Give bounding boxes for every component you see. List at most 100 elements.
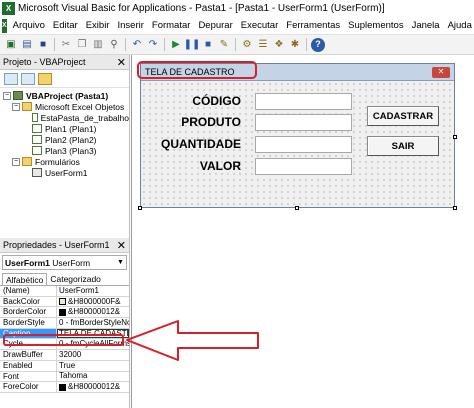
tree-item-plan1[interactable]: Plan1 (Plan1) (3, 123, 129, 134)
tree-item-label: Plan2 (Plan2) (45, 134, 97, 145)
property-name: Enabled (0, 360, 57, 371)
property-value[interactable]: &H8000000F& (68, 297, 120, 307)
resize-handle[interactable] (453, 206, 457, 210)
tab-categorizado[interactable]: Categorizado (47, 273, 104, 285)
workbook-icon (32, 113, 38, 122)
menu-inserir[interactable]: Inserir (113, 20, 147, 31)
property-row[interactable]: BorderStyle 0 - fmBorderStyleNone (0, 318, 129, 329)
toolbar-separator (164, 38, 165, 51)
property-name: BorderStyle (0, 318, 57, 328)
toggle-folders-icon[interactable] (38, 72, 52, 85)
tree-item-plan3[interactable]: Plan3 (Plan3) (3, 145, 129, 156)
save-icon[interactable]: ■ (36, 38, 50, 52)
label-valor[interactable]: VALOR (151, 159, 241, 173)
textbox-produto[interactable] (255, 114, 352, 131)
project-explorer-icon[interactable]: ⚙ (240, 38, 254, 52)
tree-item-plan2[interactable]: Plan2 (Plan2) (3, 134, 129, 145)
form-designer: TELA DE CADASTRO ✕ CÓDIGO PRODUTO QUANTI… (131, 55, 474, 408)
sair-button[interactable]: SAIR (367, 136, 439, 156)
view-object-icon[interactable] (21, 72, 35, 85)
label-quantidade[interactable]: QUANTIDADE (151, 137, 241, 151)
excel-icon[interactable]: X (2, 18, 7, 33)
property-row[interactable]: Enabled True (0, 360, 129, 372)
property-name: (Name) (0, 286, 57, 296)
property-name: BorderColor (0, 307, 57, 318)
properties-window-icon[interactable]: ☰ (256, 38, 270, 52)
property-value[interactable]: UserForm1 (57, 286, 129, 296)
menu-formatar[interactable]: Formatar (148, 20, 195, 31)
close-icon[interactable]: ✕ (117, 239, 126, 252)
collapse-icon[interactable]: − (12, 157, 20, 166)
menu-suplementos[interactable]: Suplementos (344, 20, 407, 31)
view-excel-icon[interactable]: ▣ (4, 38, 18, 52)
object-browser-icon[interactable]: ❖ (272, 38, 286, 52)
chevron-down-icon[interactable]: ▼ (115, 259, 126, 266)
property-value[interactable]: &H80000012& (68, 382, 120, 392)
menu-ajuda[interactable]: Ajuda (444, 20, 474, 31)
collapse-icon[interactable]: − (12, 102, 20, 111)
pause-icon[interactable]: ❚❚ (184, 38, 201, 52)
property-value[interactable]: 32000 (57, 350, 129, 360)
tree-item-label: Plan1 (Plan1) (45, 123, 97, 134)
property-row[interactable]: ForeColor &H80000012& (0, 382, 129, 393)
help-icon[interactable]: ? (311, 37, 325, 52)
tree-item-userform1[interactable]: UserForm1 (3, 167, 129, 178)
toolbox-icon[interactable]: ✱ (288, 38, 302, 52)
tree-item-forms[interactable]: − Formulários (3, 156, 129, 167)
property-row[interactable]: (Name) UserForm1 (0, 286, 129, 297)
property-value[interactable]: Tahoma (57, 372, 129, 382)
reset-icon[interactable]: ■ (201, 38, 215, 52)
cut-icon[interactable]: ✂ (59, 38, 73, 52)
collapse-icon[interactable]: − (3, 91, 11, 100)
label-produto[interactable]: PRODUTO (151, 115, 241, 129)
userform-design[interactable]: TELA DE CADASTRO ✕ CÓDIGO PRODUTO QUANTI… (140, 63, 455, 208)
menu-executar[interactable]: Executar (237, 20, 283, 31)
textbox-codigo[interactable] (255, 93, 352, 110)
label-codigo[interactable]: CÓDIGO (151, 94, 241, 108)
resize-handle[interactable] (295, 206, 299, 210)
property-row[interactable]: Font Tahoma (0, 371, 129, 383)
resize-handle[interactable] (138, 206, 142, 210)
tree-item-workbook[interactable]: EstaPasta_de_trabalho (3, 112, 129, 123)
property-row[interactable]: BorderColor &H80000012& (0, 307, 129, 319)
tree-item-excel-objects[interactable]: − Microsoft Excel Objetos (3, 101, 129, 112)
tab-alfabetico[interactable]: Alfabético (2, 273, 48, 285)
copy-icon[interactable]: ❐ (75, 38, 89, 52)
properties-panel: Propriedades - UserForm1 ✕ UserForm1 Use… (0, 238, 130, 408)
userform-body[interactable]: CÓDIGO PRODUTO QUANTIDADE VALOR CADASTRA… (141, 81, 454, 207)
property-value[interactable]: True (57, 361, 129, 371)
textbox-quantidade[interactable] (255, 136, 352, 153)
folder-icon (22, 102, 32, 111)
insert-userform-icon[interactable]: ▤ (20, 38, 34, 52)
sheet-icon (32, 135, 42, 144)
project-explorer-toolbar (0, 70, 129, 88)
menu-ferramentas[interactable]: Ferramentas (282, 20, 344, 31)
property-value[interactable]: 0 - fmBorderStyleNone (57, 318, 129, 328)
paste-icon[interactable]: ▥ (91, 38, 105, 52)
design-mode-icon[interactable]: ✎ (217, 38, 231, 52)
resize-handle[interactable] (453, 135, 457, 139)
window-title: Microsoft Visual Basic for Applications … (18, 3, 385, 14)
run-icon[interactable]: ▶ (169, 38, 183, 52)
menu-arquivo[interactable]: Arquivo (9, 20, 49, 31)
toolbar-separator (54, 38, 55, 51)
property-name: ForeColor (0, 382, 57, 392)
property-row[interactable]: BackColor &H8000000F& (0, 296, 129, 308)
cadastrar-button[interactable]: CADASTRAR (367, 106, 439, 126)
view-code-icon[interactable] (4, 72, 18, 85)
properties-title: Propriedades - UserForm1 (3, 240, 110, 250)
property-value[interactable]: &H80000012& (68, 307, 120, 317)
close-icon[interactable]: ✕ (117, 56, 126, 69)
find-icon[interactable]: ⚲ (107, 38, 121, 52)
menu-janela[interactable]: Janela (408, 20, 444, 31)
menu-editar[interactable]: Editar (49, 20, 82, 31)
property-row[interactable]: DrawBuffer 32000 (0, 350, 129, 361)
textbox-valor[interactable] (255, 158, 352, 175)
project-explorer-header: Projeto - VBAProject ✕ (0, 55, 129, 70)
undo-icon[interactable]: ↶ (130, 38, 144, 52)
object-selector[interactable]: UserForm1 UserForm ▼ (2, 255, 127, 270)
tree-item-vbaproject[interactable]: − VBAProject (Pasta1) (3, 90, 129, 101)
redo-icon[interactable]: ↷ (146, 38, 160, 52)
menu-depurar[interactable]: Depurar (194, 20, 236, 31)
menu-exibir[interactable]: Exibir (82, 20, 114, 31)
